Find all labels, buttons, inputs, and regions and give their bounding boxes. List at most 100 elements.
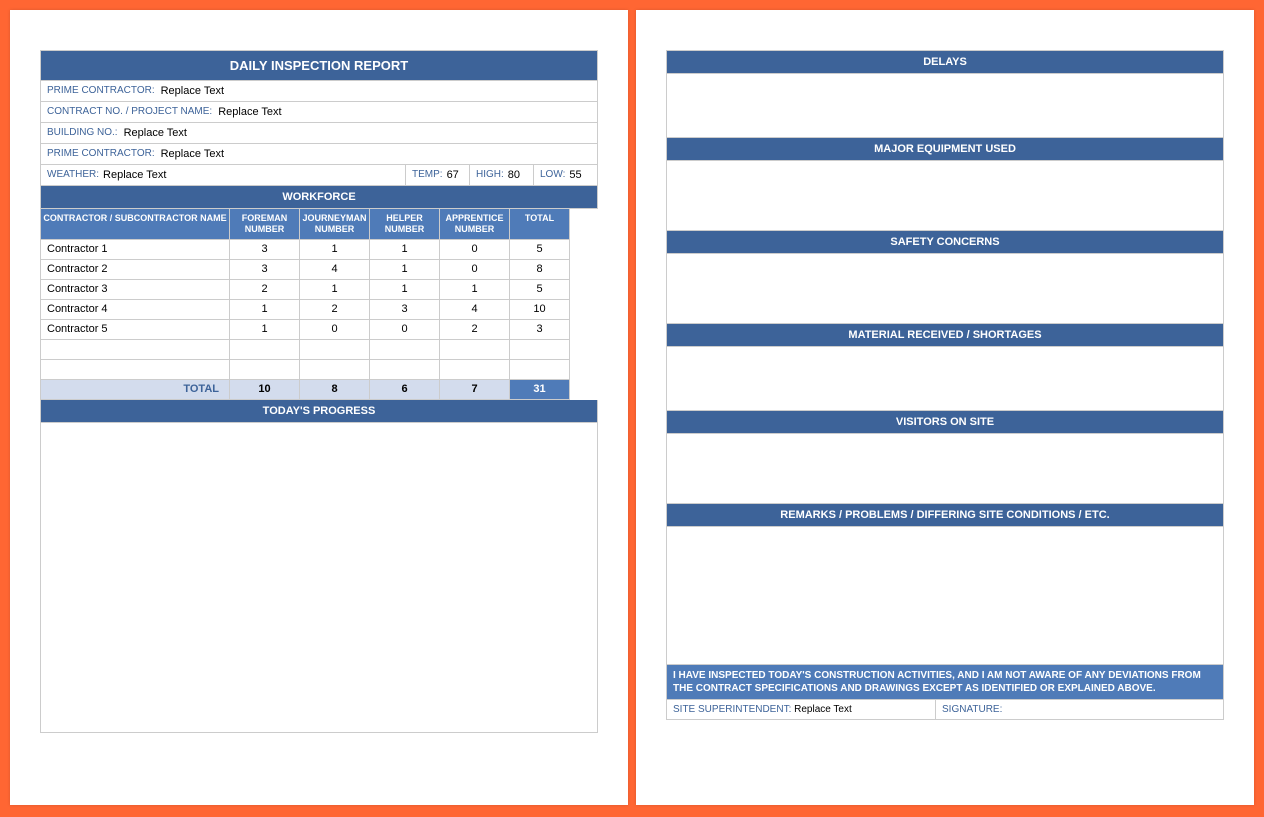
col-apprentice: APPRENTICE NUMBER <box>440 209 510 240</box>
remarks-header: REMARKS / PROBLEMS / DIFFERING SITE COND… <box>666 504 1224 527</box>
cell-helper: 1 <box>370 260 440 280</box>
superintendent-label: SITE SUPERINTENDENT: <box>673 704 791 715</box>
high-label: HIGH: <box>476 169 504 181</box>
cell-name: Contractor 3 <box>40 280 230 300</box>
superintendent-cell[interactable]: SITE SUPERINTENDENT: Replace Text <box>666 700 936 720</box>
cell-helper: 3 <box>370 300 440 320</box>
cell-journeyman: 1 <box>300 280 370 300</box>
cell-helper: 1 <box>370 280 440 300</box>
visitors-textarea[interactable] <box>666 434 1224 504</box>
signature-row: SITE SUPERINTENDENT: Replace Text SIGNAT… <box>666 700 1224 720</box>
workforce-row[interactable]: Contractor 321115 <box>40 280 598 300</box>
weather-row: WEATHER: Replace Text TEMP: 67 HIGH: 80 … <box>40 165 598 186</box>
signature-cell[interactable]: SIGNATURE: <box>936 700 1224 720</box>
cell-name: Contractor 2 <box>40 260 230 280</box>
workforce-row[interactable]: Contractor 131105 <box>40 240 598 260</box>
cell-journeyman: 4 <box>300 260 370 280</box>
cell-total: 5 <box>510 280 570 300</box>
weather-label: WEATHER: <box>47 169 99 181</box>
cell-journeyman: 0 <box>300 320 370 340</box>
total-label: TOTAL <box>40 380 230 400</box>
total-journeyman: 8 <box>300 380 370 400</box>
progress-header: TODAY'S PROGRESS <box>40 400 598 423</box>
total-apprentice: 7 <box>440 380 510 400</box>
report-page-2: DELAYS MAJOR EQUIPMENT USED SAFETY CONCE… <box>636 10 1254 805</box>
temp-label: TEMP: <box>412 169 443 181</box>
col-contractor: CONTRACTOR / SUBCONTRACTOR NAME <box>40 209 230 240</box>
cell-foreman: 3 <box>230 260 300 280</box>
field-value: Replace Text <box>124 127 187 139</box>
field-label: PRIME CONTRACTOR: <box>47 148 155 160</box>
field-value: Replace Text <box>218 106 281 118</box>
col-journeyman: JOURNEYMAN NUMBER <box>300 209 370 240</box>
low-cell[interactable]: LOW: 55 <box>534 165 598 186</box>
high-value: 80 <box>508 169 520 181</box>
cell-name: Contractor 4 <box>40 300 230 320</box>
workforce-empty-row[interactable] <box>40 360 598 380</box>
cell-apprentice: 2 <box>440 320 510 340</box>
low-label: LOW: <box>540 169 565 181</box>
weather-value: Replace Text <box>103 169 166 181</box>
cell-foreman: 1 <box>230 320 300 340</box>
workforce-columns: CONTRACTOR / SUBCONTRACTOR NAME FOREMAN … <box>40 209 598 240</box>
field-value: Replace Text <box>161 85 224 97</box>
workforce-row[interactable]: Contractor 4123410 <box>40 300 598 320</box>
total-helper: 6 <box>370 380 440 400</box>
field-value: Replace Text <box>161 148 224 160</box>
safety-header: SAFETY CONCERNS <box>666 231 1224 254</box>
material-header: MATERIAL RECEIVED / SHORTAGES <box>666 324 1224 347</box>
cell-apprentice: 4 <box>440 300 510 320</box>
field-building-no[interactable]: BUILDING NO.: Replace Text <box>40 123 598 144</box>
safety-textarea[interactable] <box>666 254 1224 324</box>
superintendent-value: Replace Text <box>794 704 852 715</box>
total-grand: 31 <box>510 380 570 400</box>
cell-total: 8 <box>510 260 570 280</box>
delays-textarea[interactable] <box>666 74 1224 138</box>
col-helper: HELPER NUMBER <box>370 209 440 240</box>
cell-name: Contractor 1 <box>40 240 230 260</box>
visitors-header: VISITORS ON SITE <box>666 411 1224 434</box>
report-title: DAILY INSPECTION REPORT <box>40 50 598 81</box>
col-total: TOTAL <box>510 209 570 240</box>
delays-header: DELAYS <box>666 50 1224 74</box>
equipment-textarea[interactable] <box>666 161 1224 231</box>
workforce-row[interactable]: Contractor 510023 <box>40 320 598 340</box>
low-value: 55 <box>569 169 581 181</box>
material-textarea[interactable] <box>666 347 1224 411</box>
workforce-row[interactable]: Contractor 234108 <box>40 260 598 280</box>
workforce-total-row: TOTAL 10 8 6 7 31 <box>40 380 598 400</box>
cell-total: 3 <box>510 320 570 340</box>
remarks-textarea[interactable] <box>666 527 1224 665</box>
cell-apprentice: 0 <box>440 240 510 260</box>
progress-textarea[interactable] <box>40 423 598 733</box>
field-label: BUILDING NO.: <box>47 127 118 139</box>
cell-total: 10 <box>510 300 570 320</box>
workforce-header: WORKFORCE <box>40 186 598 209</box>
workforce-empty-row[interactable] <box>40 340 598 360</box>
certification-statement: I HAVE INSPECTED TODAY'S CONSTRUCTION AC… <box>666 665 1224 700</box>
cell-apprentice: 1 <box>440 280 510 300</box>
equipment-header: MAJOR EQUIPMENT USED <box>666 138 1224 161</box>
col-foreman: FOREMAN NUMBER <box>230 209 300 240</box>
cell-total: 5 <box>510 240 570 260</box>
cell-journeyman: 2 <box>300 300 370 320</box>
cell-name: Contractor 5 <box>40 320 230 340</box>
cell-helper: 0 <box>370 320 440 340</box>
signature-label: SIGNATURE: <box>942 704 1002 715</box>
temp-cell[interactable]: TEMP: 67 <box>406 165 470 186</box>
report-page-1: DAILY INSPECTION REPORT PRIME CONTRACTOR… <box>10 10 628 805</box>
total-foreman: 10 <box>230 380 300 400</box>
cell-foreman: 1 <box>230 300 300 320</box>
cell-helper: 1 <box>370 240 440 260</box>
field-contract-project[interactable]: CONTRACT NO. / PROJECT NAME: Replace Tex… <box>40 102 598 123</box>
temp-value: 67 <box>447 169 459 181</box>
cell-foreman: 3 <box>230 240 300 260</box>
field-prime-contractor[interactable]: PRIME CONTRACTOR: Replace Text <box>40 81 598 102</box>
field-prime-contractor-2[interactable]: PRIME CONTRACTOR: Replace Text <box>40 144 598 165</box>
weather-cell[interactable]: WEATHER: Replace Text <box>40 165 406 186</box>
high-cell[interactable]: HIGH: 80 <box>470 165 534 186</box>
cell-foreman: 2 <box>230 280 300 300</box>
cell-journeyman: 1 <box>300 240 370 260</box>
cell-apprentice: 0 <box>440 260 510 280</box>
field-label: CONTRACT NO. / PROJECT NAME: <box>47 106 212 118</box>
